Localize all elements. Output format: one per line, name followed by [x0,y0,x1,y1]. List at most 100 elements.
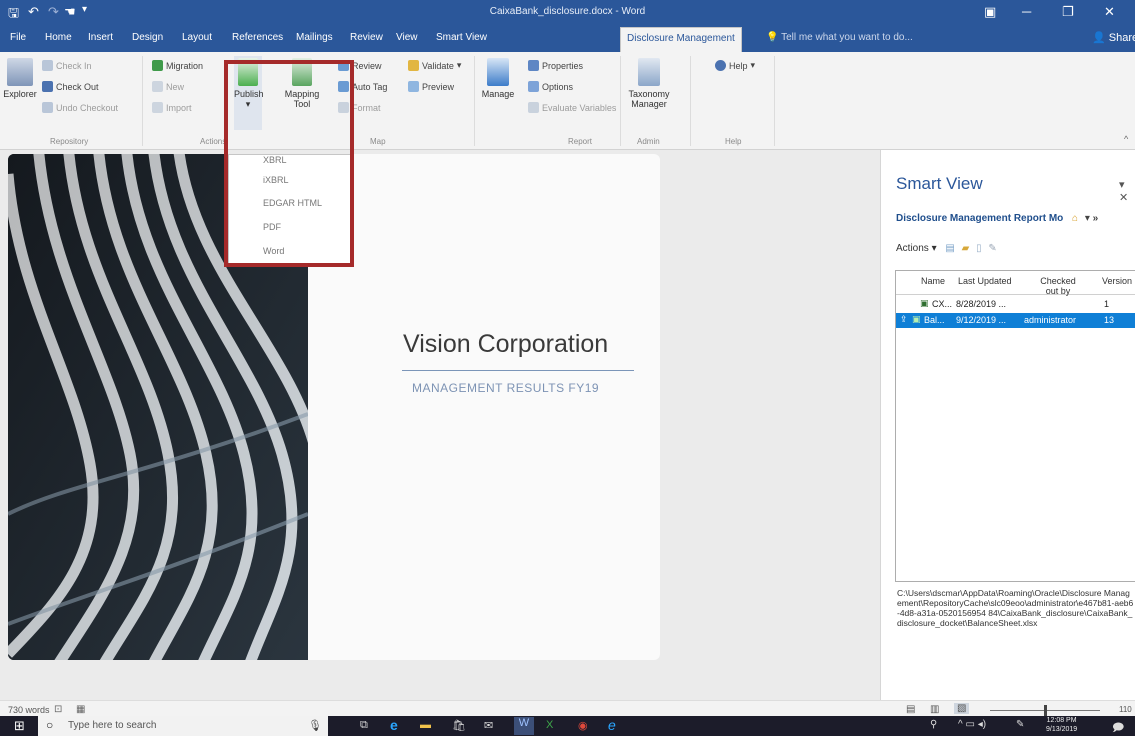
evaluate-variables-label: Evaluate Variables [542,102,617,113]
check-in-button[interactable]: Check In [42,60,92,71]
internet-explorer-icon[interactable]: e [608,717,616,733]
system-tray-icons[interactable]: ^ ▭ ◂) [958,719,986,730]
group-repository: Repository [50,137,89,146]
tab-disclosure-management[interactable]: Disclosure Management [620,27,742,52]
manage-button[interactable]: Manage [478,58,518,99]
copy-icon[interactable]: ▤ [945,243,954,254]
taxonomy-manager-button[interactable]: Taxonomy Manager [625,58,673,109]
word-taskbar-icon[interactable]: W [514,717,534,735]
home-icon[interactable]: ⌂ [1072,213,1078,224]
lightbulb-icon: 💡 [766,32,779,43]
read-mode-icon[interactable]: ▤ [906,704,915,715]
document-company-name: Vision Corporation [403,330,609,358]
task-view-icon[interactable]: ⧉ [360,719,368,732]
tab-insert[interactable]: Insert [88,32,113,43]
maximize-button[interactable]: ❐ [1062,4,1074,20]
tab-file[interactable]: File [10,32,26,43]
close-button[interactable]: ✕ [1104,4,1115,20]
chevron-down-icon[interactable]: ▾ » [1085,213,1098,224]
options-button[interactable]: Options [528,81,573,92]
tab-review[interactable]: Review [350,32,383,43]
pane-options-icon[interactable]: ▾ ✕ [1119,178,1135,204]
column-last-updated[interactable]: Last Updated [958,276,1012,286]
migration-button[interactable]: Migration [152,60,203,71]
tab-references[interactable]: References [232,32,283,43]
column-checked-out-by[interactable]: Checked out by [1038,276,1078,296]
column-name[interactable]: Name [921,276,945,286]
undo-checkout-button[interactable]: Undo Checkout [42,102,118,113]
table-row-selected[interactable]: ⇪ ▣ Bal... 9/12/2019 ... administrator 1… [896,313,1135,328]
notifications-icon[interactable]: 🗩 [1112,719,1124,738]
preview-label: Preview [422,81,455,92]
table-row[interactable]: ▣ CX... 8/28/2019 ... 1 [896,297,1135,311]
chrome-icon[interactable]: ◉ [578,719,588,732]
taxonomy-manager-icon [638,58,660,86]
actions-menu[interactable]: Actions ▾ [896,243,937,254]
excel-taskbar-icon[interactable]: X [546,719,553,731]
taxonomy-manager-label-2: Manager [631,99,667,109]
macro-icon[interactable]: ▦ [76,704,85,715]
review-label: Review [352,60,382,71]
tab-design[interactable]: Design [132,32,163,43]
file-explorer-icon[interactable]: ▬ [420,719,431,731]
tab-home[interactable]: Home [45,32,72,43]
excel-icon: ▣ [920,298,929,308]
report-label: Disclosure Management Report Mo [896,213,1064,224]
zoom-level[interactable]: 110 [1119,705,1132,714]
import-icon [152,102,163,113]
title-divider [402,370,634,371]
column-version[interactable]: Version [1102,276,1132,286]
search-placeholder: Type here to search [68,720,157,731]
edit-icon[interactable]: ✎ [988,243,996,254]
properties-button[interactable]: Properties [528,60,583,71]
proofing-icon[interactable]: ⊡ [54,704,62,715]
chevron-down-icon: ▾ [456,60,462,70]
import-label: Import [166,102,192,113]
taskbar-search-box[interactable]: ○ Type here to search 🎙 [38,716,328,736]
web-layout-icon[interactable]: ▧ [954,703,970,714]
excel-icon: ▣ [912,314,921,324]
tell-me-search[interactable]: 💡 Tell me what you want to do... [766,32,913,43]
minimize-button[interactable]: ─ [1022,4,1031,19]
edge-icon[interactable]: e [390,717,398,733]
ribbon-display-options-icon[interactable]: ▣ [984,4,996,20]
preview-button[interactable]: Preview [408,81,454,92]
chevron-down-icon: ▾ [750,60,756,70]
pen-icon[interactable]: ✎ [1016,719,1024,730]
check-out-button[interactable]: Check Out [42,81,99,92]
taskbar: ⊞ ○ Type here to search 🎙 ⧉ e ▬ 🛍 ✉ W X … [0,716,1135,736]
tab-mailings[interactable]: Mailings [296,32,333,43]
share-button[interactable]: 👤 Share [1092,31,1135,44]
explorer-button[interactable]: Explorer [0,58,40,99]
properties-label: Properties [542,60,584,71]
collapse-ribbon-icon[interactable]: ^ [1124,134,1128,144]
new-button[interactable]: New [152,81,184,92]
group-map: Map [370,137,386,146]
cortana-icon: ○ [46,718,54,732]
store-icon[interactable]: 🛍 [452,719,466,732]
undo-checkout-label: Undo Checkout [56,102,119,113]
word-count[interactable]: 730 words [8,705,50,715]
import-button[interactable]: Import [152,102,192,113]
evaluate-variables-button[interactable]: Evaluate Variables [528,102,616,113]
ribbon: Explorer Check In Check Out Undo Checkou… [0,52,1135,150]
tab-view[interactable]: View [396,32,418,43]
clock[interactable]: 12:08 PM 9/13/2019 [1046,716,1077,734]
ribbon-separator [690,56,691,146]
windows-start-icon[interactable]: ⊞ [14,718,25,734]
explorer-label: Explorer [3,89,37,99]
tab-layout[interactable]: Layout [182,32,212,43]
zoom-slider-thumb[interactable] [1044,705,1047,716]
tab-smart-view[interactable]: Smart View [436,32,487,43]
people-icon[interactable]: ⚲ [930,719,937,730]
open-folder-icon[interactable]: ▰ [962,243,970,254]
report-dropdown[interactable]: Disclosure Management Report Mo ⌂ ▾ » [896,213,1098,224]
microphone-icon[interactable]: 🎙 [308,719,322,732]
help-button[interactable]: Help ▾ [715,60,755,71]
validate-button[interactable]: Validate ▾ [408,60,461,71]
document-icon[interactable]: ▯ [976,243,982,254]
mail-icon[interactable]: ✉ [484,719,493,732]
row-version: 13 [1104,315,1115,325]
print-layout-icon[interactable]: ▥ [930,704,939,715]
checkout-icon: ⇪ [900,314,908,324]
